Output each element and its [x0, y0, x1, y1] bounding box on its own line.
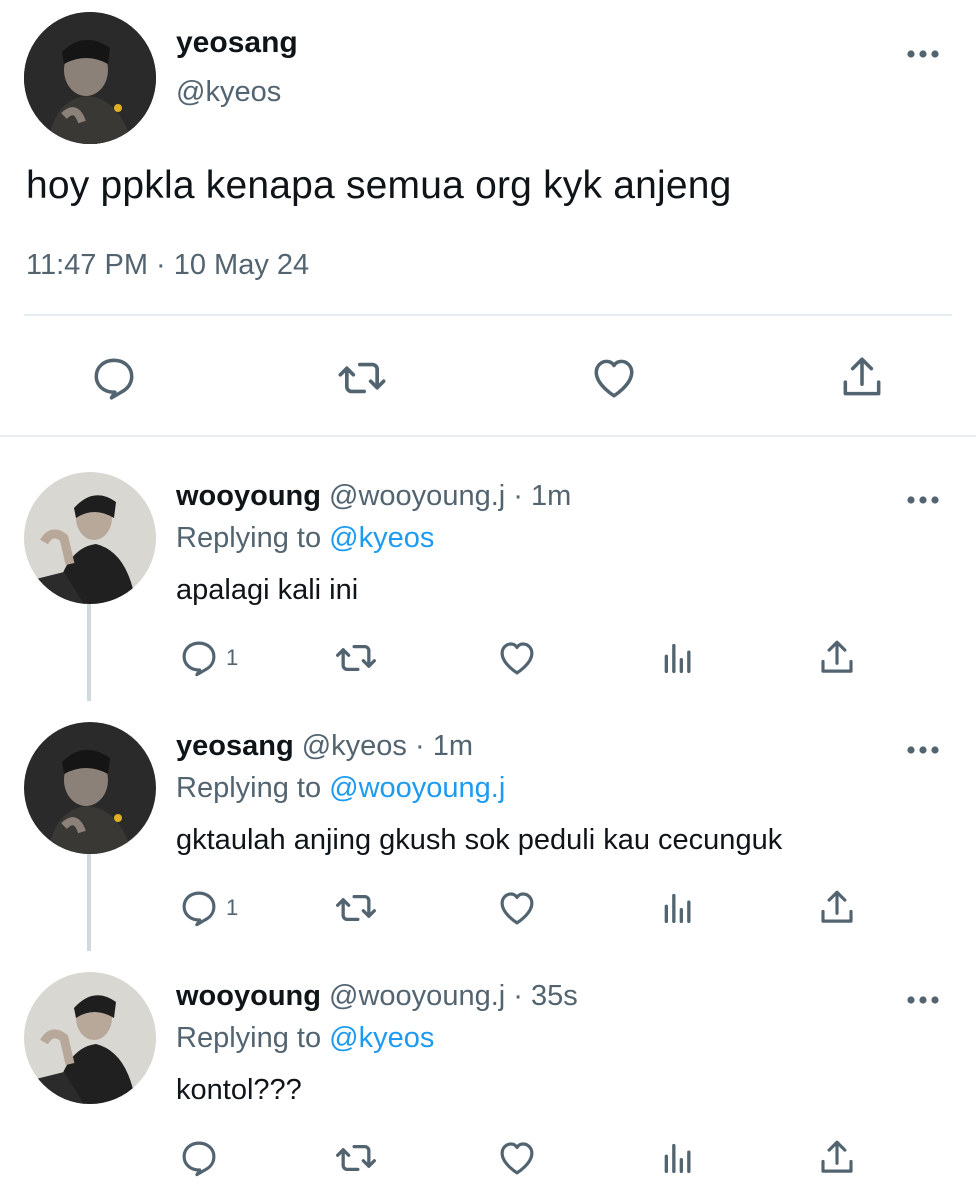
reply-icon [94, 358, 134, 400]
like-button[interactable] [586, 350, 642, 406]
tweet-text: apalagi kali ini [176, 574, 359, 606]
avatar-photo-icon [24, 722, 156, 854]
display-name[interactable]: yeosang [176, 26, 298, 60]
retweet-button[interactable] [334, 636, 378, 680]
display-name[interactable]: wooyoung [176, 480, 321, 512]
share-icon [821, 890, 853, 923]
share-icon [843, 357, 881, 396]
handle-and-time: @wooyoung.j · 35s [329, 980, 578, 1012]
reply-count: 1 [226, 895, 239, 920]
tweet-text: kontol??? [176, 1074, 302, 1106]
like-icon [500, 1142, 534, 1175]
reply-count: 1 [226, 645, 239, 670]
like-icon [500, 642, 534, 675]
reply-icon [182, 1141, 216, 1177]
replying-label: Replying to [176, 1022, 322, 1054]
reply-header: wooyoung @wooyoung.j · 35s [176, 980, 578, 1013]
analytics-button[interactable] [658, 1136, 698, 1180]
more-options-icon[interactable] [900, 730, 946, 770]
user-handle[interactable]: @kyeos [176, 76, 281, 109]
retweet-icon [336, 644, 376, 672]
replying-label: Replying to [176, 522, 322, 554]
more-options-icon[interactable] [900, 980, 946, 1020]
replying-label: Replying to [176, 772, 322, 804]
display-name[interactable]: yeosang [176, 730, 294, 762]
divider [24, 314, 952, 316]
share-button[interactable] [816, 636, 858, 680]
reply-button[interactable]: 1 [178, 886, 238, 930]
avatar[interactable] [24, 472, 156, 604]
analytics-button[interactable] [658, 636, 698, 680]
avatar-photo-icon [24, 12, 156, 144]
retweet-button[interactable] [334, 1136, 378, 1180]
mention-link[interactable]: @kyeos [329, 1022, 434, 1054]
like-icon [594, 359, 634, 398]
share-button[interactable] [816, 886, 858, 930]
reply-icon [182, 641, 216, 677]
like-icon [500, 892, 534, 925]
retweet-button[interactable] [334, 350, 390, 406]
analytics-icon [664, 893, 691, 923]
share-icon [821, 1140, 853, 1173]
avatar[interactable] [24, 972, 156, 1104]
reply-tweet[interactable]: yeosang @kyeos · 1m Replying to @wooyoun… [0, 686, 976, 936]
replying-to: Replying to @kyeos [176, 1022, 434, 1055]
tweet-thread-view: yeosang @kyeos hoy ppkla kenapa semua or… [0, 0, 976, 1200]
reply-button[interactable] [178, 1136, 226, 1180]
mention-link[interactable]: @wooyoung.j [329, 772, 505, 804]
handle-and-time: @wooyoung.j · 1m [329, 480, 572, 512]
avatar-photo-icon [24, 972, 156, 1104]
reply-header: yeosang @kyeos · 1m [176, 730, 473, 763]
analytics-icon [664, 643, 691, 673]
reply-header: wooyoung @wooyoung.j · 1m [176, 480, 571, 513]
handle-and-time: @kyeos · 1m [301, 730, 473, 762]
tweet-timestamp[interactable]: 11:47 PM · 10 May 24 [26, 249, 309, 282]
replying-to: Replying to @kyeos [176, 522, 434, 555]
reply-tweet[interactable]: wooyoung @wooyoung.j · 1m Replying to @k… [0, 436, 976, 686]
avatar[interactable] [24, 12, 156, 144]
avatar-photo-icon [24, 472, 156, 604]
reply-button[interactable] [86, 350, 142, 406]
replying-to: Replying to @wooyoung.j [176, 772, 505, 805]
reply-icon [182, 891, 216, 927]
retweet-icon [336, 894, 376, 922]
analytics-icon [664, 1143, 691, 1173]
tweet-text: hoy ppkla kenapa semua org kyk anjeng [26, 164, 732, 207]
like-button[interactable] [496, 636, 538, 680]
like-button[interactable] [496, 1136, 538, 1180]
display-name[interactable]: wooyoung [176, 980, 321, 1012]
avatar[interactable] [24, 722, 156, 854]
share-button[interactable] [834, 350, 890, 406]
retweet-icon [338, 362, 386, 394]
share-button[interactable] [816, 1136, 858, 1180]
more-options-icon[interactable] [900, 34, 946, 74]
analytics-button[interactable] [658, 886, 698, 930]
reply-tweet[interactable]: wooyoung @wooyoung.j · 35s Replying to @… [0, 936, 976, 1186]
more-options-icon[interactable] [900, 480, 946, 520]
retweet-icon [336, 1144, 376, 1172]
retweet-button[interactable] [334, 886, 378, 930]
reply-button[interactable]: 1 [178, 636, 238, 680]
like-button[interactable] [496, 886, 538, 930]
tweet-text: gktaulah anjing gkush sok peduli kau cec… [176, 824, 783, 856]
share-icon [821, 640, 853, 673]
mention-link[interactable]: @kyeos [329, 522, 434, 554]
